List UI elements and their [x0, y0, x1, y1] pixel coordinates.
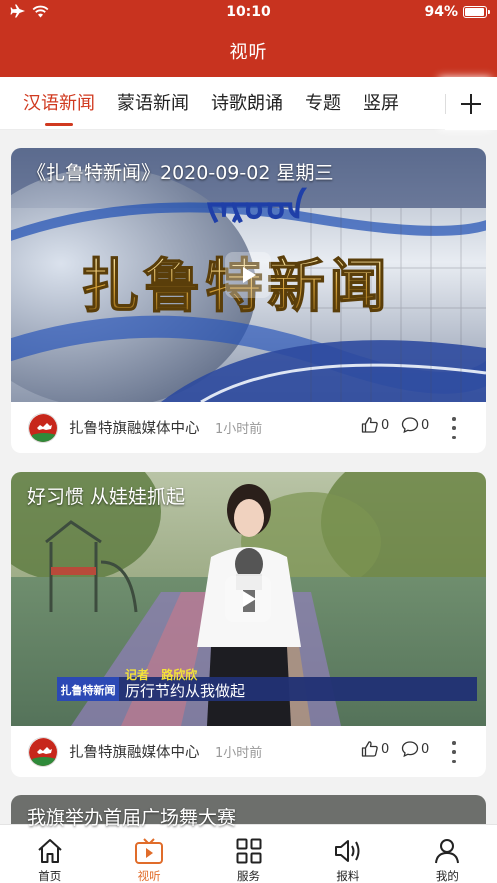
- battery-icon: [463, 6, 490, 18]
- play-icon: [243, 591, 256, 607]
- battery-fill: [465, 8, 484, 16]
- video-title: 《扎鲁特新闻》2020-09-02 星期三: [27, 162, 334, 184]
- comment-icon: [401, 741, 419, 758]
- home-icon: [38, 839, 62, 863]
- comment-count: 0: [421, 741, 430, 757]
- channel-tabbar: 汉语新闻 蒙语新闻 诗歌朗诵 专题 竖屏: [0, 77, 497, 130]
- source-avatar[interactable]: [28, 413, 58, 443]
- play-icon: [243, 267, 256, 283]
- channel-tabs: 汉语新闻 蒙语新闻 诗歌朗诵 专题 竖屏: [0, 77, 399, 130]
- more-options-button[interactable]: [447, 741, 461, 763]
- publish-time: 1小时前: [215, 422, 263, 437]
- like-count: 0: [381, 417, 390, 433]
- nav-audio-visual[interactable]: 视听: [99, 825, 198, 883]
- source-avatar[interactable]: [28, 737, 58, 767]
- status-time: 10:10: [226, 4, 271, 20]
- video-thumbnail[interactable]: ᠵᠠᠷᠤᠳ 扎鲁特新闻 《扎鲁特新闻》2020-09-02 星期三: [11, 148, 486, 402]
- tv-play-icon: [135, 838, 164, 864]
- lower-third-caption: 厉行节约从我做起: [125, 682, 246, 700]
- nav-home[interactable]: 首页: [0, 825, 99, 883]
- speaker-icon: [334, 840, 360, 862]
- bottom-navigation: 首页 视听 服务 报料 我的: [0, 824, 497, 883]
- play-button[interactable]: [225, 576, 271, 622]
- video-title: 我旗举办首届广场舞大赛: [27, 807, 237, 829]
- grid-icon: [236, 838, 262, 864]
- comment-count: 0: [421, 417, 430, 433]
- more-options-button[interactable]: [447, 417, 461, 439]
- nav-services[interactable]: 服务: [199, 825, 298, 883]
- lower-third-logo: 扎鲁特新闻: [60, 684, 116, 697]
- comment-button[interactable]: 0: [401, 416, 429, 434]
- media-center-logo: [29, 414, 57, 442]
- media-center-logo: [29, 738, 57, 766]
- nav-home-label: 首页: [38, 869, 62, 883]
- battery-percent: 94%: [424, 4, 458, 20]
- source-name[interactable]: 扎鲁特旗融媒体中心: [69, 417, 200, 438]
- thumbs-up-icon: [361, 741, 378, 757]
- like-button[interactable]: 0: [361, 740, 389, 758]
- comment-icon: [401, 417, 419, 434]
- comment-button[interactable]: 0: [401, 740, 429, 758]
- like-count: 0: [381, 741, 390, 757]
- video-card[interactable]: 好习惯 从娃娃抓起 记者 路欣欣 扎鲁特新闻 厉行节约从我做起 扎鲁特旗融媒体中…: [11, 472, 486, 777]
- plus-icon: [461, 93, 481, 114]
- tab-poetry-recitation[interactable]: 诗歌朗诵: [211, 77, 283, 130]
- play-button[interactable]: [225, 252, 271, 298]
- video-meta: 扎鲁特旗融媒体中心 1小时前 0 0: [11, 726, 486, 777]
- status-right: 94%: [424, 4, 490, 20]
- video-meta: 扎鲁特旗融媒体中心 1小时前 0 0: [11, 402, 486, 453]
- nav-profile-label: 我的: [435, 869, 459, 883]
- source-name[interactable]: 扎鲁特旗融媒体中心: [69, 741, 200, 762]
- nav-audio-visual-label: 视听: [137, 869, 161, 883]
- tab-special-topics[interactable]: 专题: [305, 77, 341, 130]
- app-header: 10:10 94% 视听: [0, 0, 497, 77]
- tab-vertical-screen[interactable]: 竖屏: [363, 77, 399, 130]
- tab-chinese-news[interactable]: 汉语新闻: [23, 77, 95, 130]
- thumbs-up-icon: [361, 417, 378, 433]
- tab-divider: [445, 94, 446, 114]
- person-icon: [435, 839, 460, 864]
- like-button[interactable]: 0: [361, 416, 389, 434]
- video-card[interactable]: ᠵᠠᠷᠤᠳ 扎鲁特新闻 《扎鲁特新闻》2020-09-02 星期三 扎鲁特旗融媒…: [11, 148, 486, 453]
- status-bar: 10:10 94%: [0, 0, 497, 26]
- add-channel-button[interactable]: [445, 77, 497, 130]
- nav-report[interactable]: 报料: [298, 825, 397, 883]
- page-title: 视听: [229, 42, 268, 63]
- tab-mongolian-news[interactable]: 蒙语新闻: [117, 77, 189, 130]
- nav-profile[interactable]: 我的: [398, 825, 497, 883]
- nav-services-label: 服务: [237, 869, 261, 883]
- publish-time: 1小时前: [215, 746, 263, 761]
- mongolian-script-logo: ᠵᠠᠷᠤᠳ: [206, 184, 307, 229]
- video-title: 好习惯 从娃娃抓起: [27, 486, 186, 508]
- video-thumbnail[interactable]: 好习惯 从娃娃抓起 记者 路欣欣 扎鲁特新闻 厉行节约从我做起: [11, 472, 486, 726]
- nav-report-label: 报料: [336, 869, 360, 883]
